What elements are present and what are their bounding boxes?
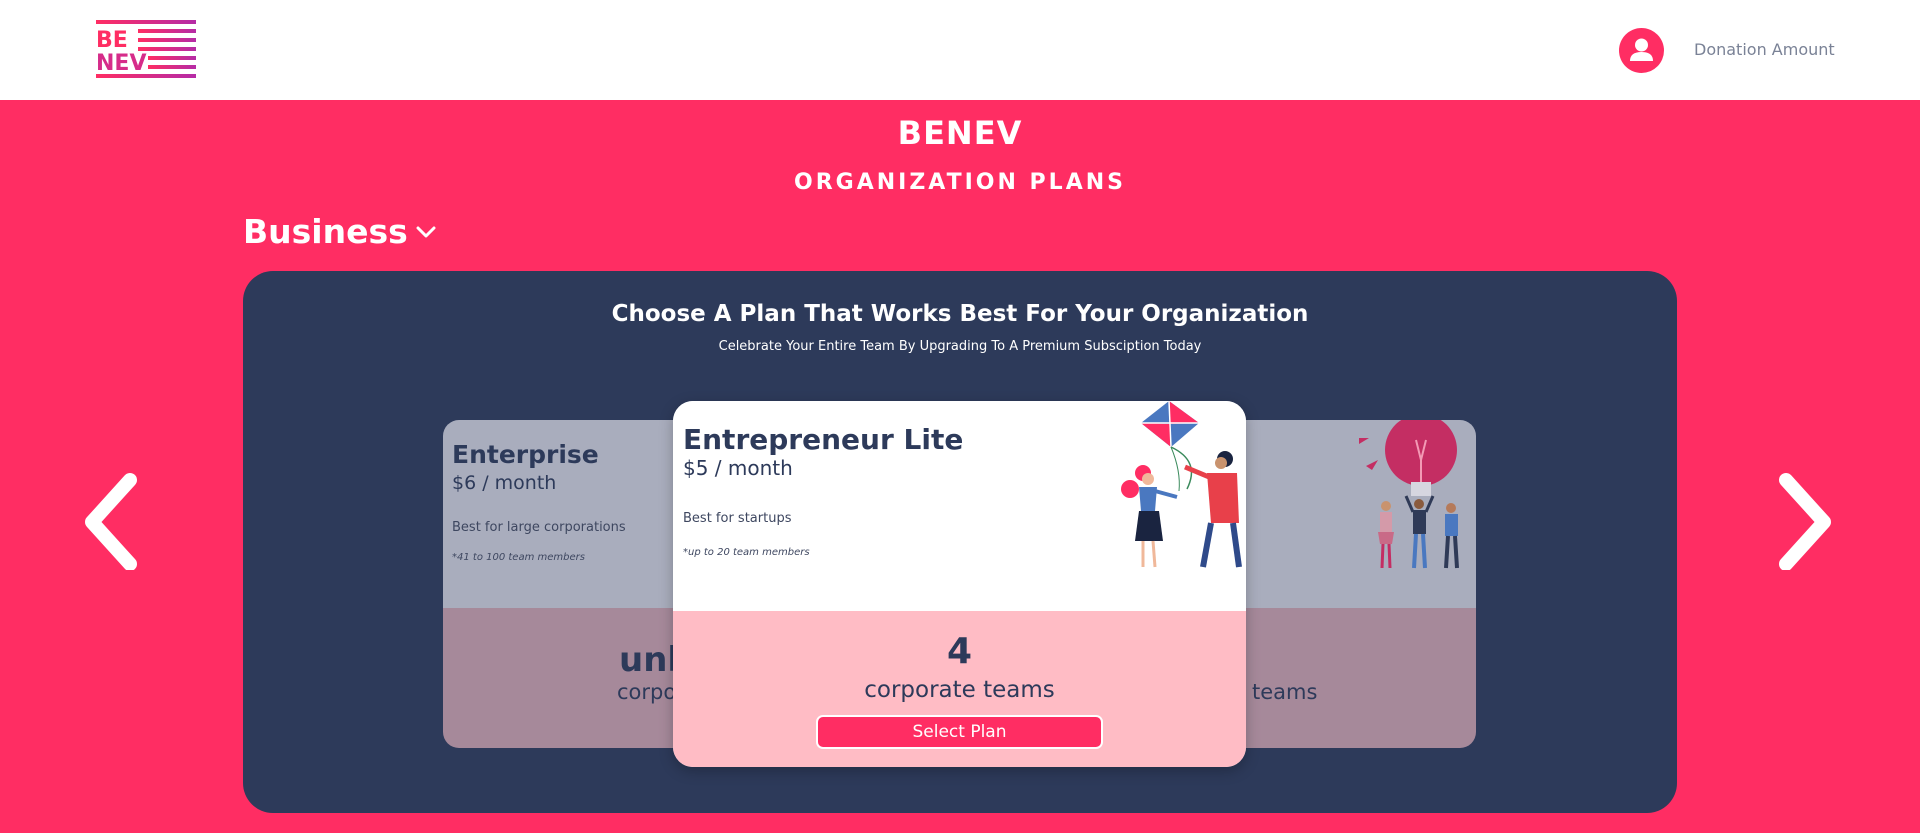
chevron-down-icon bbox=[416, 226, 436, 237]
lightbulb-team-illustration bbox=[1359, 420, 1459, 569]
plan-description: Best for startups bbox=[683, 511, 792, 526]
carousel-prev-button[interactable] bbox=[80, 470, 140, 571]
plan-note: *up to 20 team members bbox=[683, 547, 810, 558]
panel-subheading: Celebrate Your Entire Team By Upgrading … bbox=[718, 339, 1202, 354]
plan-card-bottom: 4 corporate teams Select Plan bbox=[673, 611, 1246, 767]
plan-unit: corporate teams bbox=[864, 677, 1055, 703]
plan-price: $6 / month bbox=[452, 472, 557, 494]
page-subtitle: ORGANIZATION PLANS bbox=[794, 170, 1126, 195]
category-label: Business bbox=[243, 212, 408, 251]
plan-count: 4 bbox=[946, 631, 973, 672]
user-icon[interactable] bbox=[1619, 28, 1664, 73]
chevron-right-icon bbox=[1779, 473, 1831, 571]
carousel-next-button[interactable] bbox=[1776, 470, 1836, 571]
kite-team-illustration bbox=[1121, 401, 1242, 568]
plan-name: Entrepreneur Lite bbox=[683, 423, 964, 456]
logo-text-top: BE bbox=[96, 28, 128, 53]
donation-amount-link[interactable]: Donation Amount bbox=[1694, 40, 1835, 59]
panel-heading: Choose A Plan That Works Best For Your O… bbox=[611, 301, 1309, 327]
logo-text-bottom: NEV bbox=[96, 51, 146, 76]
plan-card-top: Entrepreneur Lite $5 / month Best for st… bbox=[673, 401, 1246, 611]
brand-title: BENEV bbox=[897, 114, 1023, 152]
select-plan-button[interactable]: Select Plan bbox=[816, 715, 1103, 749]
top-navbar: BE NEV Donation Amount bbox=[0, 0, 1920, 100]
plan-card-entrepreneur-lite[interactable]: Entrepreneur Lite $5 / month Best for st… bbox=[673, 401, 1246, 767]
category-dropdown[interactable]: Business bbox=[243, 212, 436, 251]
plan-unit: teams bbox=[1252, 680, 1318, 704]
chevron-left-icon bbox=[85, 473, 137, 571]
plan-unit: corpo bbox=[617, 680, 677, 704]
benev-logo[interactable]: BE NEV bbox=[96, 20, 196, 79]
plan-count: unl bbox=[619, 640, 680, 680]
plans-panel: Choose A Plan That Works Best For Your O… bbox=[243, 271, 1677, 813]
plan-price: $5 / month bbox=[683, 456, 793, 480]
plan-note: *41 to 100 team members bbox=[452, 552, 585, 563]
plan-description: Best for large corporations bbox=[452, 520, 626, 535]
plan-name: Enterprise bbox=[452, 440, 599, 469]
